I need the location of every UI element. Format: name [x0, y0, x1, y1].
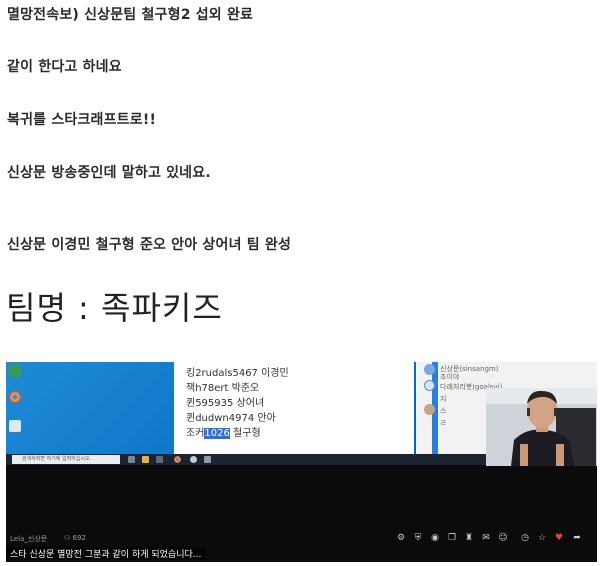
- store-icon[interactable]: [156, 456, 163, 463]
- chat-line-4: 지: [440, 395, 447, 403]
- post-line-5: 신상문 이경민 철구형 준오 안아 상어녀 팀 완성: [7, 237, 292, 253]
- stream-caption: 스타 신상문 멸망전 그분과 같이 하게 되었습니다...: [6, 547, 206, 560]
- chat-avatar-icon: [424, 404, 435, 415]
- chat-line-6: ㄹ: [440, 419, 447, 427]
- viewer-count-value: 692: [72, 534, 86, 542]
- explorer-icon[interactable]: [142, 456, 149, 463]
- chrome-icon: [9, 391, 21, 403]
- post-line-1: 멸망전속보) 신상문팀 철구형2 섭외 완료: [7, 7, 254, 23]
- copy-icon[interactable]: ❐: [447, 533, 457, 543]
- desktop-app-icon: [9, 365, 21, 377]
- settings-icon[interactable]: ⚙: [396, 533, 406, 543]
- star-icon[interactable]: ☆: [537, 533, 547, 543]
- memo-line-5: 조커1026 철구형: [186, 424, 261, 439]
- viewer-count: ⚇ 692: [64, 534, 86, 542]
- notepad-window: 킹2rudals5467 이경민 잭h78ert 박준오 퀸595935 상어녀…: [174, 362, 414, 454]
- memo-line-5-suffix: 철구형: [229, 428, 261, 439]
- webcam-overlay: [486, 388, 597, 466]
- people-icon: ⚇: [64, 534, 73, 542]
- memo-selection: 1026: [204, 428, 230, 439]
- team-name-heading: 팀명 : 족파키즈: [6, 289, 223, 327]
- task-view-icon[interactable]: [128, 456, 135, 463]
- taskbar-search-input[interactable]: 검색하려면 여기에 입력하십시오.: [12, 455, 120, 464]
- file-icon: [9, 420, 21, 432]
- post-line-2: 같이 한다고 하네요: [7, 59, 122, 75]
- post-line-3: 복귀를 스타크래프트로!!: [7, 112, 157, 128]
- memo-line-3: 퀸595935 상어녀: [186, 398, 265, 409]
- app-taskbar-icon[interactable]: [190, 456, 197, 463]
- stream-screenshot: 킹2rudals5467 이경민 잭h78ert 박준오 퀸595935 상어녀…: [6, 362, 597, 562]
- cup-icon[interactable]: ♜: [464, 533, 474, 543]
- chrome-taskbar-icon[interactable]: [174, 456, 181, 463]
- streamer-name[interactable]: Lela_신상문: [10, 534, 47, 544]
- post-line-4: 신상문 방송중인데 말하고 있네요.: [7, 165, 211, 181]
- shield-icon[interactable]: ⛨: [413, 533, 423, 543]
- memo-line-4: 퀸dudwn4974 안아: [186, 413, 276, 424]
- chat-line-5: 스: [440, 407, 447, 415]
- chat-avatar-icon: [424, 380, 435, 391]
- desktop-background: 킹2rudals5467 이경민 잭h78ert 박준오 퀸595935 상어녀…: [6, 362, 416, 454]
- chat-line-2: 조이야: [440, 373, 460, 381]
- chat-icon[interactable]: ✉: [481, 533, 491, 543]
- stream-player-controls: Lela_신상문 ⚇ 692 ⚙ ⛨ ◉ ❐ ♜ ✉ ☺ ◷ ☆ ♥ ➦ 스타 …: [6, 528, 597, 562]
- heart-icon[interactable]: ♥: [554, 533, 564, 543]
- streamer-webcam-image: [486, 388, 597, 466]
- memo-line-2: 잭h78ert 박준오: [186, 383, 260, 394]
- memo-line-5-prefix: 조커: [186, 428, 205, 439]
- clock-icon[interactable]: ◷: [520, 533, 530, 543]
- mic-icon[interactable]: ◉: [430, 533, 440, 543]
- chat-avatar-icon: [424, 364, 435, 375]
- emoji-icon[interactable]: ☺: [498, 533, 508, 543]
- share-icon[interactable]: ➦: [572, 533, 582, 543]
- app-taskbar-icon[interactable]: [204, 456, 211, 463]
- memo-line-1: 킹2rudals5467 이경민: [186, 368, 289, 379]
